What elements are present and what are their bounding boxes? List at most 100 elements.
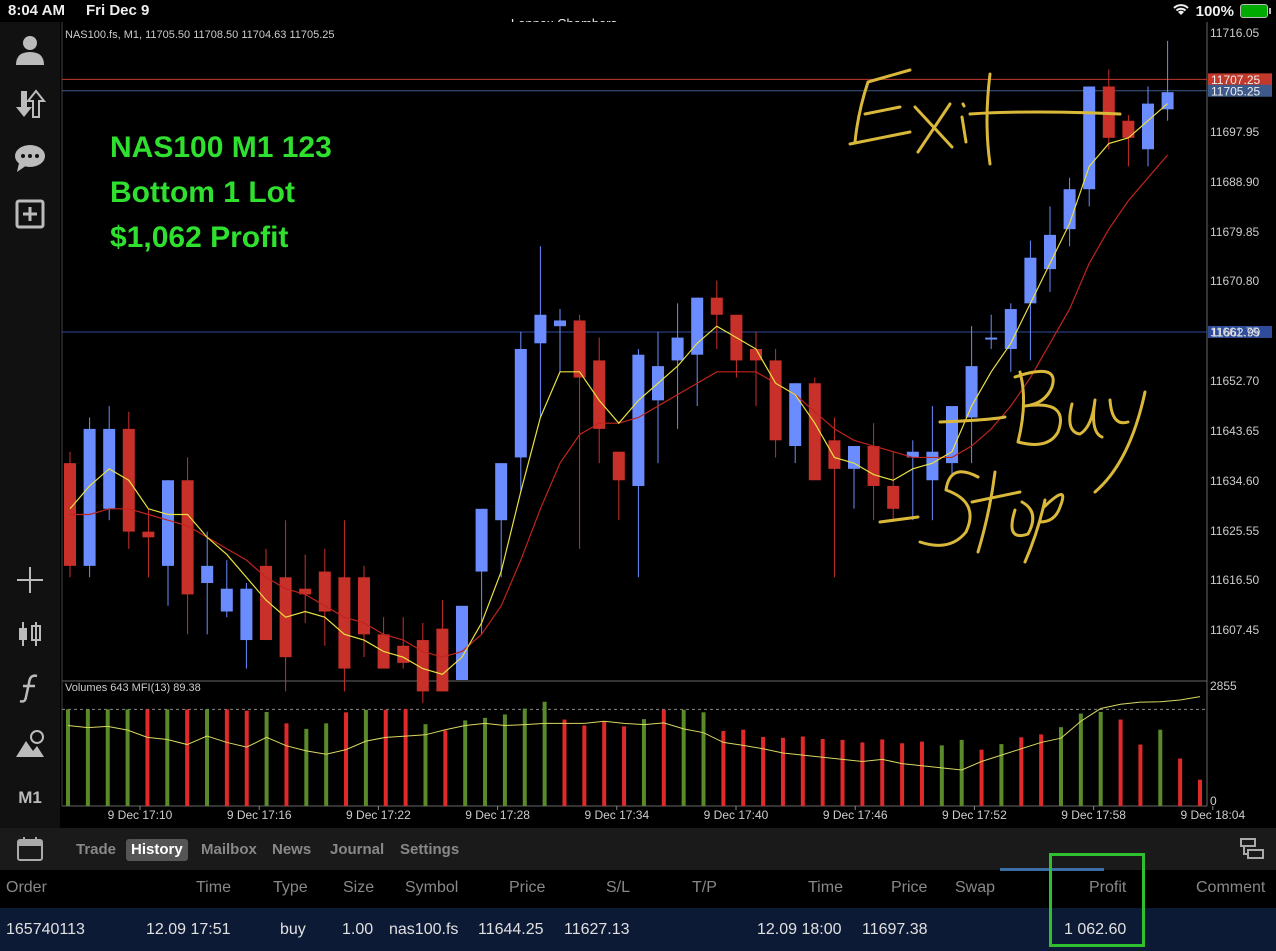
price-chart[interactable]: 11707.2511705.2511662.9911716.0511697.95… — [60, 22, 1276, 828]
candle-body — [534, 314, 547, 344]
col-tp[interactable]: T/P — [692, 879, 717, 897]
wifi-icon — [1172, 2, 1190, 20]
candle-body — [612, 451, 625, 481]
price-tick-label: 11634.60 — [1210, 474, 1259, 488]
volume-bar — [1158, 729, 1163, 806]
candle-body — [240, 588, 253, 641]
price-tick-label: 11652.70 — [1210, 374, 1259, 388]
volume-bar — [383, 709, 388, 806]
cell-size: 1.00 — [342, 921, 374, 938]
volume-bar — [939, 745, 944, 806]
volume-bar — [483, 717, 488, 806]
tab-mailbox[interactable]: Mailbox — [196, 839, 262, 861]
price-tick-label: 11697.95 — [1210, 125, 1259, 139]
volume-bar — [1118, 719, 1123, 806]
account-icon[interactable] — [10, 30, 50, 70]
candle-body — [1024, 257, 1037, 304]
price-tick-label: 11661.75 — [1210, 325, 1259, 339]
price-tick-label: 11670.80 — [1210, 274, 1259, 288]
crosshair-icon[interactable] — [10, 560, 50, 600]
cell-sl: 11627.13 — [564, 921, 630, 938]
tab-journal[interactable]: Journal — [325, 839, 389, 861]
price-tick-label: 11643.65 — [1210, 424, 1259, 438]
candle-body — [201, 565, 214, 583]
candle-body — [769, 360, 782, 441]
volume-bar — [701, 712, 706, 806]
status-right: 100% — [1172, 2, 1271, 20]
volume-bar — [542, 701, 547, 806]
tab-history[interactable]: History — [126, 839, 188, 861]
volume-bar — [304, 728, 309, 806]
overlay-text-3: $1,062 Profit — [110, 221, 288, 254]
volume-bar — [264, 711, 269, 806]
candle-body — [514, 349, 527, 458]
time-tick-label: 9 Dec 17:16 — [227, 808, 292, 822]
time-tick-label: 9 Dec 17:10 — [108, 808, 173, 822]
candle-body — [162, 480, 174, 566]
cell-symbol: nas100.fs — [389, 921, 459, 938]
candle-body — [83, 428, 96, 566]
volume-bar — [780, 737, 785, 806]
calendar-icon[interactable] — [16, 836, 44, 862]
time-tick-label: 9 Dec 17:58 — [1061, 808, 1126, 822]
volume-bar — [681, 709, 686, 806]
volume-bar — [999, 744, 1004, 806]
volume-bar — [1138, 744, 1143, 806]
candle-body — [887, 485, 900, 509]
volume-bar — [205, 709, 210, 806]
tab-trade[interactable]: Trade — [71, 839, 121, 861]
col-sl[interactable]: S/L — [606, 879, 630, 897]
volume-bar — [1178, 758, 1183, 806]
volume-bar — [641, 719, 646, 806]
timeframe-button[interactable]: M1 — [10, 778, 50, 818]
tab-news[interactable]: News — [267, 839, 316, 861]
volume-bar — [443, 730, 448, 806]
chat-icon[interactable] — [10, 138, 50, 178]
profit-highlight-box — [1049, 853, 1145, 947]
volume-bar — [165, 709, 170, 806]
price-tick-label: 11716.05 — [1210, 26, 1259, 40]
col-type[interactable]: Type — [273, 879, 308, 897]
candle-body — [632, 354, 645, 486]
candle-body — [495, 463, 508, 521]
time-tick-label: 9 Dec 18:04 — [1180, 808, 1245, 822]
col-time[interactable]: Time — [196, 879, 231, 897]
trade-arrows-icon[interactable] — [10, 84, 50, 124]
col-price[interactable]: Price — [509, 879, 545, 897]
volume-bar — [224, 709, 229, 806]
candle-body — [554, 320, 566, 327]
candle-body — [181, 480, 194, 595]
function-icon[interactable] — [10, 668, 50, 708]
time-tick-label: 9 Dec 17:34 — [584, 808, 649, 822]
col-size[interactable]: Size — [343, 879, 374, 897]
price-tick-label: 11616.50 — [1210, 573, 1259, 587]
candles-icon[interactable] — [10, 614, 50, 654]
col-comment[interactable]: Comment — [1196, 879, 1265, 897]
volume-bar — [1078, 713, 1083, 806]
price-tick-label: 11607.45 — [1210, 623, 1259, 637]
add-chart-icon[interactable] — [10, 194, 50, 234]
candle-body — [338, 577, 351, 669]
volume-bar — [761, 736, 766, 806]
volume-bar — [1019, 737, 1024, 806]
time-tick-label: 9 Dec 17:46 — [823, 808, 888, 822]
candle-body — [671, 337, 684, 361]
col-close-price[interactable]: Price — [891, 879, 927, 897]
cell-price: 11644.25 — [478, 921, 544, 938]
volume-bar — [66, 709, 70, 806]
candle-body — [710, 297, 723, 315]
candle-body — [828, 440, 841, 469]
col-order[interactable]: Order — [6, 879, 47, 897]
col-swap[interactable]: Swap — [955, 879, 995, 897]
col-symbol[interactable]: Symbol — [405, 879, 458, 897]
candle-body — [867, 446, 880, 486]
objects-icon[interactable] — [10, 724, 50, 764]
volume-bar — [919, 741, 924, 806]
tab-settings[interactable]: Settings — [395, 839, 464, 861]
volume-bar — [979, 749, 984, 806]
volume-bar — [502, 714, 507, 806]
layout-icon[interactable] — [1238, 836, 1266, 862]
cell-time: 12.09 17:51 — [146, 921, 231, 938]
col-close-time[interactable]: Time — [808, 879, 843, 897]
candle-body — [475, 508, 488, 572]
